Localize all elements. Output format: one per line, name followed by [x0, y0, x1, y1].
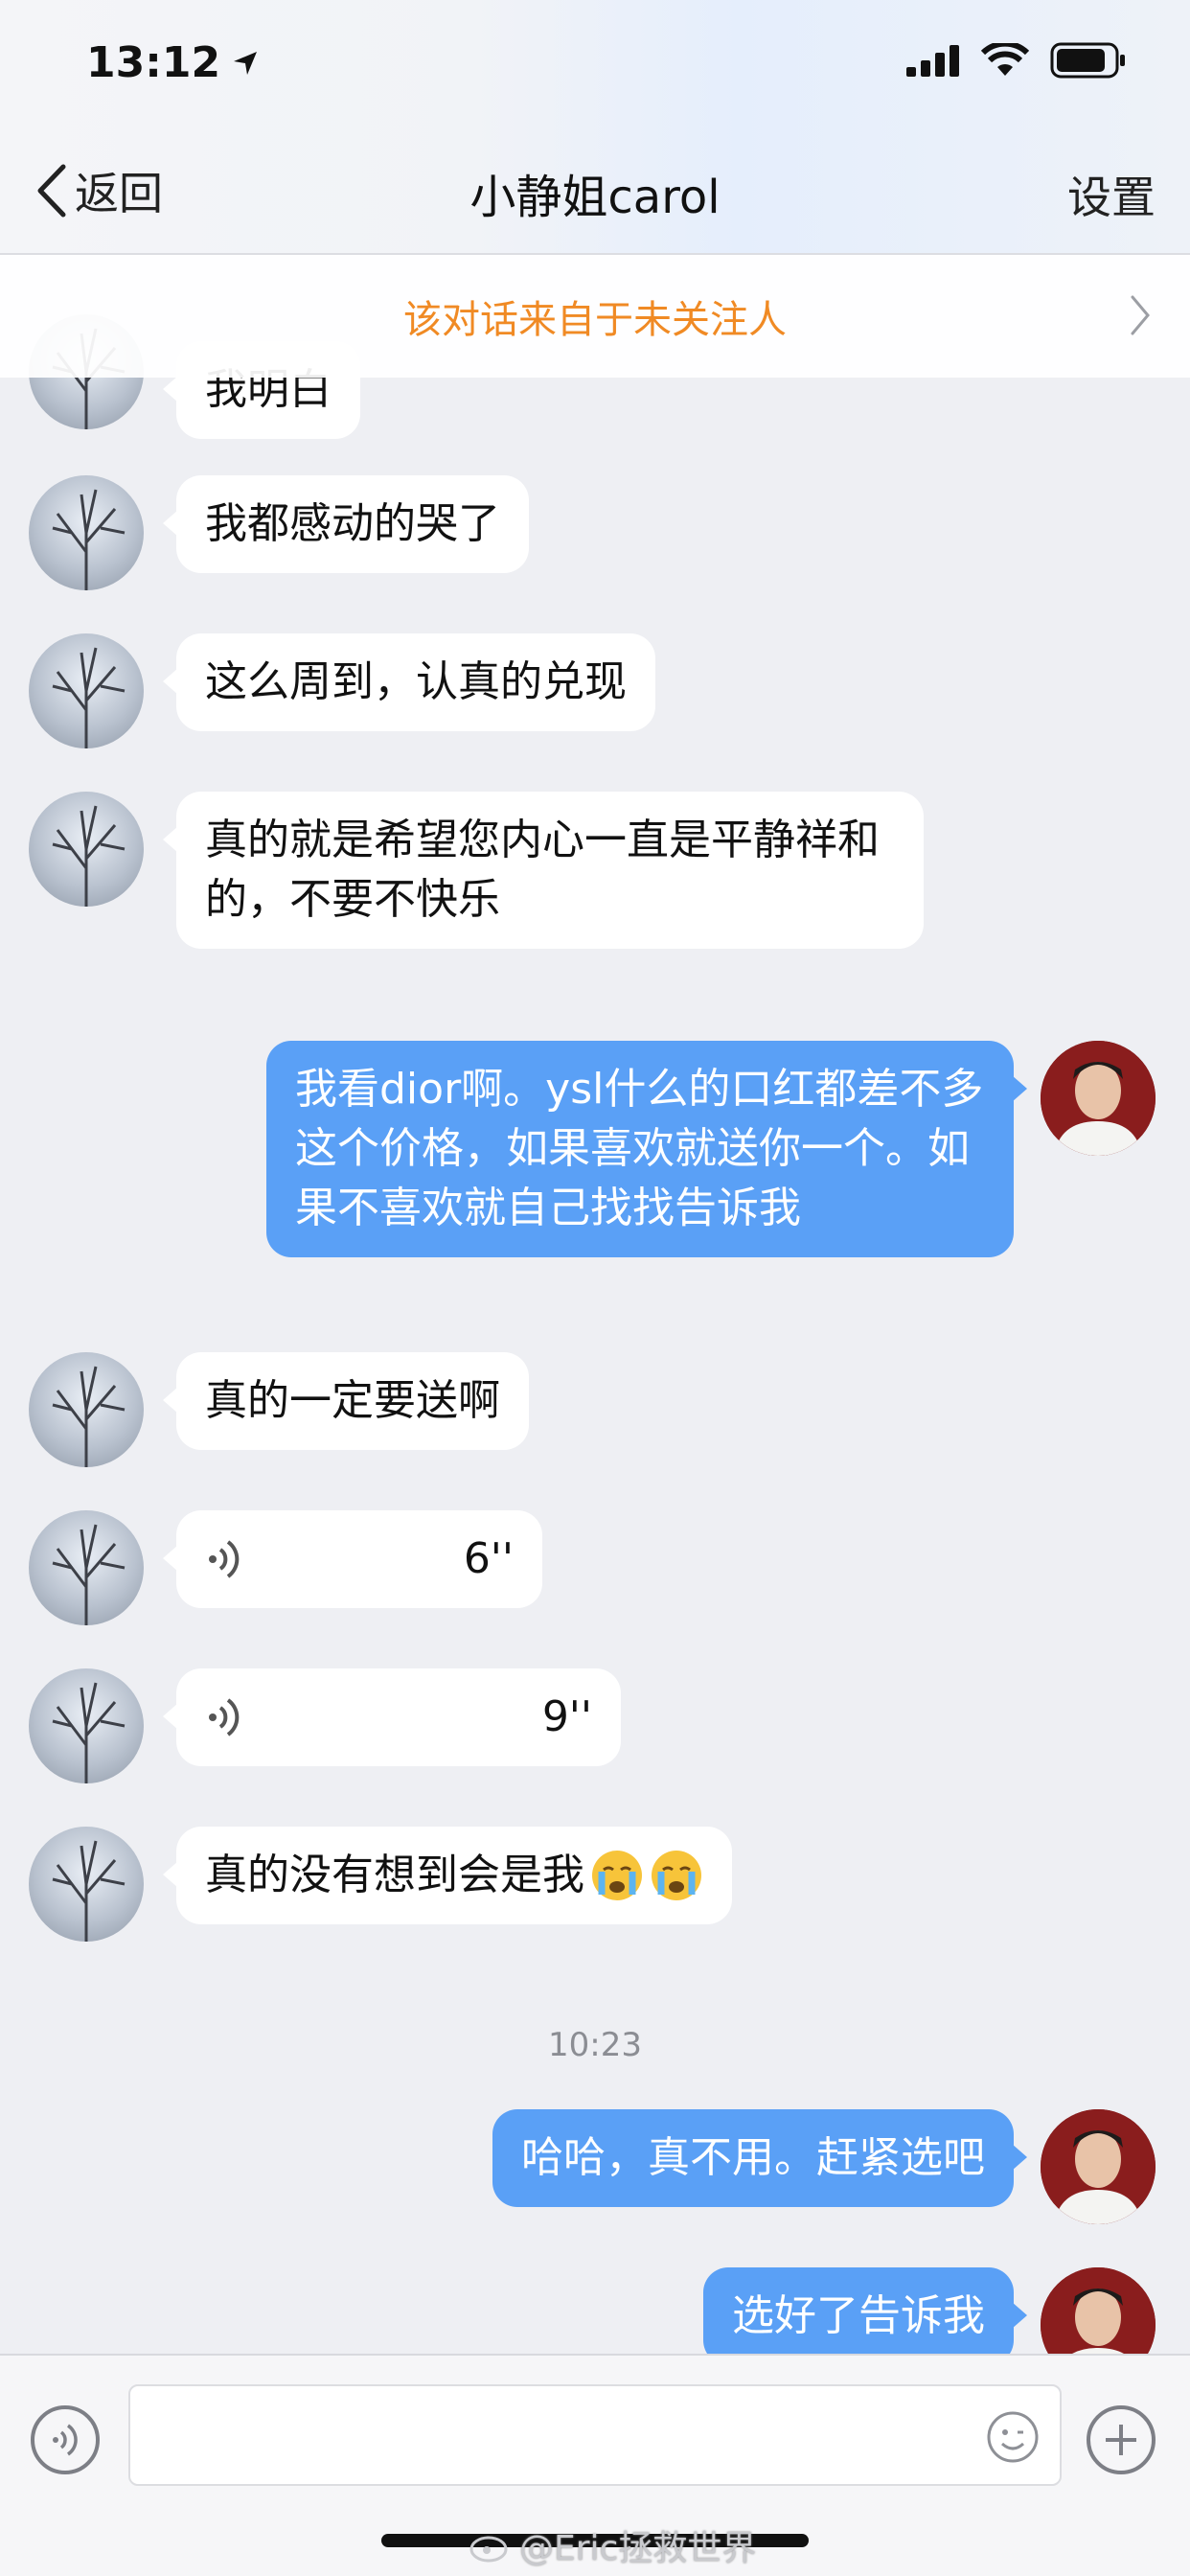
message-bubble-incoming[interactable]: 真的就是希望您内心一直是平静祥和的，不要不快乐	[163, 792, 924, 949]
voice-wave-icon	[53, 2424, 78, 2456]
crying-face-icon	[592, 1851, 642, 1900]
notice-text: 该对话来自于未关注人	[403, 298, 787, 342]
voice-wave-icon	[209, 1698, 240, 1736]
add-attachment-button[interactable]	[1087, 2405, 1156, 2474]
message-bubble-outgoing[interactable]: 选好了告诉我	[703, 2267, 1027, 2354]
contact-avatar[interactable]	[29, 475, 144, 590]
weibo-logo-icon	[469, 2536, 508, 2563]
contact-avatar[interactable]	[29, 1827, 144, 1942]
watermark-text: @Eric拯救世界	[519, 2529, 757, 2568]
voice-duration: 9''	[541, 1692, 592, 1741]
clock-text: 13:12	[86, 38, 221, 87]
weibo-watermark: @Eric拯救世界	[469, 2520, 756, 2570]
contact-avatar[interactable]	[29, 1510, 144, 1625]
message-bubble-outgoing[interactable]: 哈哈，真不用。赶紧选吧	[492, 2109, 1027, 2207]
page-title: 小静姐carol	[469, 171, 721, 224]
stranger-notice-banner[interactable]: 该对话来自于未关注人	[0, 255, 1190, 378]
timestamp-divider: 10:23	[548, 2026, 642, 2064]
voice-message-bubble[interactable]: 9''	[163, 1668, 621, 1766]
cellular-signal-icon	[906, 45, 959, 77]
settings-button[interactable]: 设置	[1067, 163, 1156, 226]
contact-avatar[interactable]	[29, 1668, 144, 1783]
message-text: 真的没有想到会是我	[205, 1851, 584, 1899]
contact-avatar[interactable]	[29, 792, 144, 907]
voice-wave-icon	[209, 1540, 240, 1578]
top-bar: 13:12 返回 小静姐carol 设置	[0, 0, 1190, 255]
chevron-right-icon	[1131, 295, 1150, 335]
battery-icon	[1050, 42, 1125, 79]
contact-avatar[interactable]	[29, 1352, 144, 1467]
voice-input-button[interactable]	[31, 2405, 100, 2474]
message-bubble-incoming[interactable]: 这么周到，认真的兑现	[163, 633, 655, 731]
message-bubble-incoming[interactable]: 我都感动的哭了	[163, 475, 529, 573]
voice-duration: 6''	[463, 1534, 514, 1583]
wifi-icon	[981, 43, 1029, 76]
message-text-input[interactable]	[128, 2384, 1062, 2486]
status-icons	[906, 42, 1127, 79]
location-arrow-icon	[234, 51, 258, 75]
contact-avatar[interactable]	[29, 633, 144, 748]
my-avatar[interactable]	[1041, 1041, 1156, 1156]
emoji-icon[interactable]	[985, 2409, 1041, 2465]
message-bubble-incoming[interactable]: 真的一定要送啊	[163, 1352, 529, 1450]
status-time: 13:12	[86, 38, 261, 87]
message-bubble-outgoing[interactable]: 我看dior啊。ysl什么的口红都差不多这个价格，如果喜欢就送你一个。如果不喜欢…	[266, 1041, 1027, 1257]
message-bubble-incoming[interactable]: 真的没有想到会是我	[163, 1827, 732, 1924]
my-avatar[interactable]	[1041, 2267, 1156, 2354]
chat-message-list[interactable]: 我明白 我都感动的哭了 这么周到，认真的兑现 真的就是希望您内心一直是平静祥和的…	[0, 255, 1190, 2354]
crying-face-icon	[652, 1851, 701, 1900]
my-avatar[interactable]	[1041, 2109, 1156, 2224]
voice-message-bubble[interactable]: 6''	[163, 1510, 542, 1608]
plus-icon	[1106, 2425, 1136, 2455]
